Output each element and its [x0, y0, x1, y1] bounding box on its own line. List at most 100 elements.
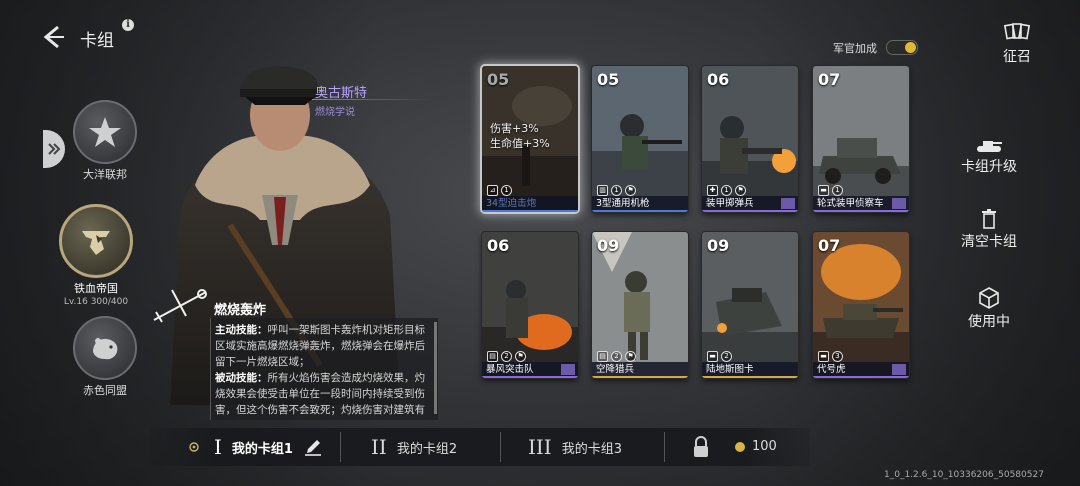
info-icon[interactable]: i: [122, 19, 134, 31]
faction-level: Lv.16 300/400: [63, 297, 129, 307]
deck-upgrade-button[interactable]: 卡组升级: [944, 130, 1034, 176]
deck-tab-1[interactable]: I 我的卡组1: [214, 435, 323, 459]
crosshair-icon: [189, 442, 199, 452]
card-cost: 07: [818, 70, 841, 89]
card-paratroopers[interactable]: 09 ▤ 2 ⚑ 空降猎兵: [592, 232, 688, 378]
card-count: 2: [501, 351, 512, 362]
recruit-label: 征召: [1003, 49, 1031, 65]
card-icons: ▬ 1: [818, 185, 843, 196]
unit-type-icon: ▤: [487, 351, 498, 362]
card-cost: 06: [707, 70, 730, 89]
version-string: 1_0_1.2.6_10_10336206_50580527: [884, 470, 1044, 480]
flag-icon: ⚑: [625, 351, 636, 362]
active-skill-label: 主动技能：: [215, 324, 268, 336]
in-use-label: 使用中: [968, 314, 1010, 330]
clear-deck-button[interactable]: 清空卡组: [944, 205, 1034, 251]
faction-emblem: [73, 100, 137, 164]
card-mortar[interactable]: 05 伤害+3% 生命值+3% ⊿ 1 34型迫击炮: [482, 66, 578, 212]
faction-ocean-federation[interactable]: 大洋联邦: [45, 100, 165, 182]
card-icons: ▤ 2 ⚑: [597, 351, 636, 362]
card-count: 1: [611, 185, 622, 196]
faction-red-alliance[interactable]: 赤色同盟: [45, 316, 165, 398]
card-grenadier[interactable]: 06 ✚ 1 ⚑ 装甲掷弹兵: [702, 66, 798, 212]
skill-title: 燃烧轰炸: [214, 303, 267, 318]
card-storm-troopers[interactable]: 06 ▤ 2 ⚑ 暴风突击队: [482, 232, 578, 378]
unit-type-icon: ⊿: [487, 185, 498, 196]
card-tiger[interactable]: 07 ▬ 3 代号虎: [813, 232, 909, 378]
card-cost: 09: [597, 236, 620, 255]
card-count: 2: [721, 351, 732, 362]
rarity-corner: [561, 364, 575, 375]
deck-roman: I: [214, 435, 222, 459]
card-icons: ▬ 3: [818, 351, 843, 362]
card-icons: ⊿ 1: [487, 185, 512, 196]
in-use-button[interactable]: 使用中: [944, 285, 1034, 331]
card-count: 1: [832, 185, 843, 196]
deck-roman: II: [371, 435, 387, 459]
rarity-corner: [892, 364, 906, 375]
card-cost: 07: [818, 236, 841, 255]
deck-tab-3[interactable]: III 我的卡组3: [528, 435, 622, 459]
card-name: 3型通用机枪: [592, 196, 688, 212]
deck-divider: [664, 432, 665, 462]
card-count: 1: [721, 185, 732, 196]
general-name: 奥古斯特: [315, 86, 368, 101]
tank-icon: [977, 141, 1002, 152]
unit-type-icon: ▬: [818, 185, 829, 196]
card-cost: 06: [487, 236, 510, 255]
faction-label: 赤色同盟: [83, 384, 127, 397]
card-machine-gun[interactable]: 05 ▥ 1 ⚑ 3型通用机枪: [592, 66, 688, 212]
card-cost: 09: [707, 236, 730, 255]
cards-fan-icon: [1003, 23, 1031, 40]
toggle-knob: [905, 42, 916, 53]
card-count: 1: [501, 185, 512, 196]
edit-pen-icon[interactable]: [303, 437, 323, 457]
star-emblem-icon: [89, 117, 121, 147]
bear-emblem-icon: [93, 338, 118, 360]
page-title: 卡组: [80, 31, 114, 51]
unit-type-icon: ✚: [707, 185, 718, 196]
rarity-corner: [781, 198, 795, 209]
recruit-button[interactable]: 征召: [995, 22, 1039, 66]
currency-value: 100: [752, 439, 777, 454]
plane-skill-icon: [153, 289, 207, 323]
passive-skill-label: 被动技能：: [215, 372, 268, 384]
faction-label: 铁血帝国: [74, 282, 118, 295]
card-stat-bonus: 伤害+3% 生命值+3%: [490, 121, 550, 151]
skill-description[interactable]: 主动技能：呼叫一架斯图卡轰炸机对矩形目标区域实施高爆燃烧弹轰炸，燃烧弹会在爆炸后…: [210, 318, 438, 420]
card-name: 34型迫击炮: [482, 196, 578, 212]
card-cost: 05: [597, 70, 620, 89]
card-cost: 05: [487, 70, 510, 89]
card-icons: ▤ 2 ⚑: [487, 351, 526, 362]
deck-divider: [500, 432, 501, 462]
hp-bonus: 生命值+3%: [490, 137, 550, 150]
officer-bonus-toggle[interactable]: [886, 40, 918, 55]
damage-bonus: 伤害+3%: [490, 122, 539, 135]
skill-scrollbar[interactable]: [434, 322, 437, 414]
card-count: 2: [611, 351, 622, 362]
deck-divider: [340, 432, 341, 462]
deck-upgrade-label: 卡组升级: [961, 159, 1017, 175]
faction-emblem: [73, 316, 137, 380]
lock-icon[interactable]: [692, 436, 710, 458]
deck-tab-2[interactable]: II 我的卡组2: [371, 435, 458, 459]
flag-icon: ⚑: [625, 185, 636, 196]
flag-icon: ⚑: [735, 185, 746, 196]
card-land-stuka[interactable]: 09 ▬ 2 陆地斯图卡: [702, 232, 798, 378]
back-arrow-icon[interactable]: [38, 22, 68, 52]
unit-type-icon: ▤: [597, 351, 608, 362]
trash-icon: [982, 209, 996, 229]
card-icons: ▥ 1 ⚑: [597, 185, 636, 196]
faction-iron-empire[interactable]: 铁血帝国 Lv.16 300/400: [36, 204, 156, 307]
officer-bonus-label: 军官加成: [833, 42, 877, 55]
general-doctrine: 燃烧学说: [315, 107, 355, 118]
deck-name: 我的卡组2: [396, 441, 458, 457]
card-name: 空降猎兵: [592, 362, 688, 378]
card-armored-car[interactable]: 07 ▬ 1 轮式装甲侦察车: [813, 66, 909, 212]
faction-label: 大洋联邦: [83, 168, 127, 181]
unit-type-icon: ▬: [707, 351, 718, 362]
unit-type-icon: ▥: [597, 185, 608, 196]
deck-name: 我的卡组3: [561, 441, 622, 457]
flag-icon: ⚑: [515, 351, 526, 362]
rarity-corner: [892, 198, 906, 209]
